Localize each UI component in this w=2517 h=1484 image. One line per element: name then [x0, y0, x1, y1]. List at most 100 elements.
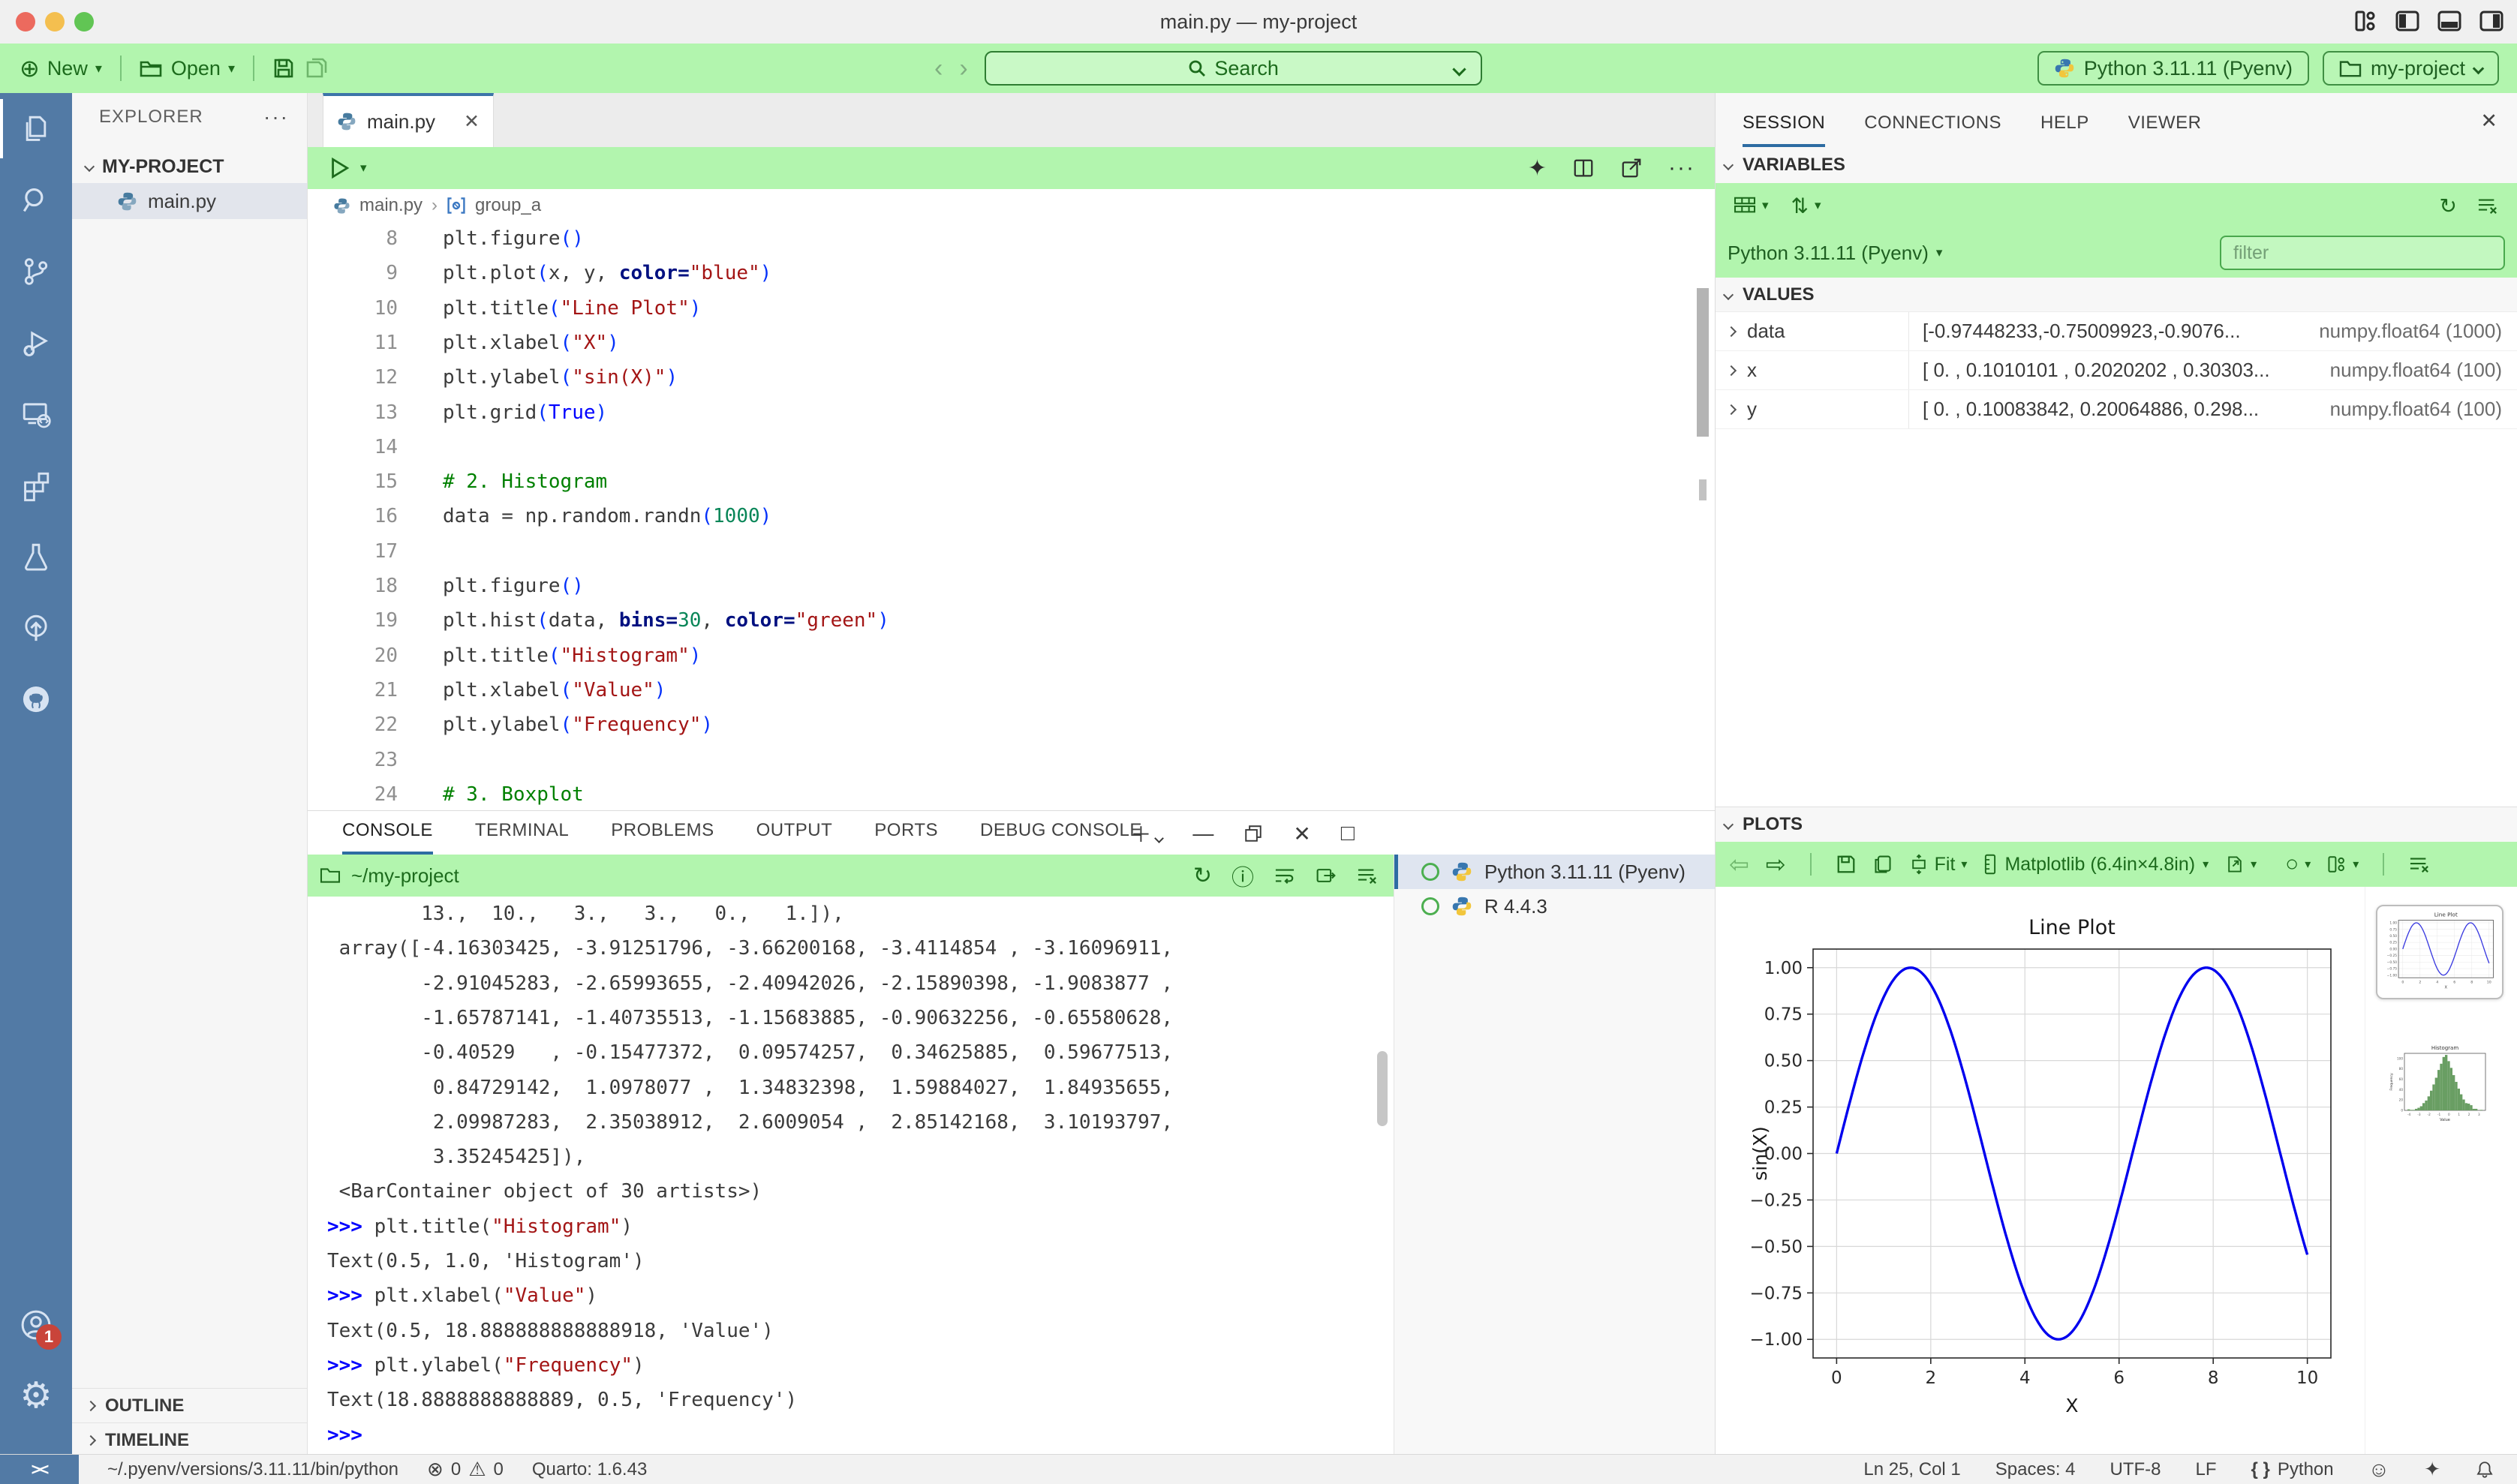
variable-row[interactable]: x [ 0. , 0.1010101 , 0.2020202 , 0.30303… [1716, 351, 2517, 390]
zoom-plot-button[interactable]: ○▾ [2285, 852, 2311, 877]
expand-variable-icon[interactable] [1726, 365, 1737, 375]
sidebar-item-publish[interactable] [0, 592, 72, 663]
toggle-right-panel-icon[interactable] [2479, 9, 2503, 33]
breadcrumb-file[interactable]: main.py [359, 195, 423, 216]
cursor-position-status[interactable]: Ln 25, Col 1 [1863, 1459, 1960, 1480]
code-line[interactable]: 17 [308, 540, 1715, 575]
code-line[interactable]: 21 plt.xlabel("Value") [308, 679, 1715, 713]
sparkle-icon[interactable]: ✦ [2424, 1458, 2440, 1481]
sidebar-item-explorer[interactable] [0, 93, 72, 164]
split-editor-icon[interactable] [1572, 157, 1595, 179]
right-panel-tab[interactable]: VIEWER [2128, 113, 2202, 147]
run-options-dropdown-icon[interactable]: ▾ [360, 161, 367, 176]
problems-status[interactable]: ⊗0 ⚠0 [427, 1458, 504, 1481]
save-all-icon[interactable] [305, 57, 328, 80]
code-line[interactable]: 14 [308, 436, 1715, 470]
session-item[interactable]: R 4.4.3 [1394, 889, 1715, 924]
timeline-section[interactable]: TIMELINE [72, 1422, 307, 1457]
code-line[interactable]: 23 [308, 749, 1715, 783]
expand-variable-icon[interactable] [1726, 404, 1737, 414]
close-tab-icon[interactable]: ✕ [464, 110, 480, 133]
navigate-forward-icon[interactable]: › [959, 54, 967, 83]
console-output[interactable]: 13., 10., 3., 3., 0., 1.]), array([-4.16… [308, 897, 1394, 1455]
code-line[interactable]: 10 plt.title("Line Plot") [308, 297, 1715, 332]
code-line[interactable]: 16 data = np.random.randn(1000) [308, 505, 1715, 539]
project-root-folder[interactable]: MY-PROJECT [72, 150, 307, 183]
sort-variables-button[interactable]: ⇅▾ [1791, 194, 1821, 218]
open-in-new-window-icon[interactable] [1620, 157, 1643, 179]
bell-icon[interactable] [2475, 1460, 2494, 1479]
panel-tab[interactable]: CONSOLE [342, 820, 433, 855]
sidebar-item-extensions[interactable] [0, 449, 72, 521]
plot-thumbnail-line-selected[interactable]: Line Plot−1.00−0.75−0.50−0.250.000.250.5… [2376, 905, 2503, 999]
plots-layout-button[interactable]: ▾ [2327, 855, 2359, 874]
code-line[interactable]: 12 plt.ylabel("sin(X)") [308, 366, 1715, 401]
quarto-status[interactable]: Quarto: 1.6.43 [532, 1459, 647, 1480]
code-line[interactable]: 11 plt.xlabel("X") [308, 332, 1715, 366]
right-panel-tab[interactable]: CONNECTIONS [1864, 113, 2001, 147]
sidebar-item-search[interactable] [0, 164, 72, 236]
move-to-editor-icon[interactable] [1316, 866, 1337, 885]
new-button[interactable]: ⊕ New ▾ [20, 56, 102, 80]
toggle-bottom-panel-icon[interactable] [2437, 9, 2461, 33]
values-section-header[interactable]: VALUES [1716, 278, 2517, 312]
expand-variable-icon[interactable] [1726, 326, 1737, 336]
eol-status[interactable]: LF [2196, 1459, 2217, 1480]
customize-layout-icon[interactable] [2353, 9, 2377, 33]
settings-button[interactable]: ⚙ [0, 1360, 72, 1431]
next-plot-icon[interactable]: ⇨ [1766, 850, 1786, 879]
sidebar-item-remote-explorer[interactable] [0, 378, 72, 449]
code-line[interactable]: 19 plt.hist(data, bins=30, color="green"… [308, 609, 1715, 644]
clear-console-icon[interactable] [1356, 866, 1379, 885]
tab-main-py[interactable]: main.py ✕ [323, 93, 494, 147]
remote-indicator[interactable]: >< [0, 1455, 79, 1484]
minimize-panel-icon[interactable]: — [1192, 822, 1213, 846]
close-panel-icon[interactable]: ✕ [2480, 110, 2497, 133]
code-line[interactable]: 22 plt.ylabel("Frequency") [308, 713, 1715, 748]
maximize-panel-icon[interactable]: □ [1341, 821, 1355, 846]
save-icon[interactable] [272, 57, 295, 80]
sidebar-item-source-control[interactable] [0, 236, 72, 307]
code-line[interactable]: 20 plt.title("Histogram") [308, 644, 1715, 679]
working-directory-label[interactable]: ~/my-project [351, 864, 459, 888]
sparkle-ai-icon[interactable]: ✦ [1528, 155, 1547, 182]
outline-section[interactable]: OUTLINE [72, 1388, 307, 1422]
previous-plot-icon[interactable]: ⇦ [1729, 850, 1749, 879]
clear-variables-icon[interactable] [2476, 196, 2499, 215]
global-search-input[interactable]: Search [985, 51, 1482, 86]
variables-filter-input[interactable] [2220, 236, 2505, 270]
code-line[interactable]: 18 plt.figure() [308, 575, 1715, 609]
panel-tab[interactable]: DEBUG CONSOLE [980, 820, 1142, 855]
plot-thumbnail-histogram[interactable]: Histogram020406080100-4-3-2-10123ValueFr… [2386, 1043, 2491, 1128]
group-variables-button[interactable]: ▾ [1734, 196, 1769, 215]
fit-plot-button[interactable]: Fit ▾ [1909, 854, 1968, 876]
right-panel-tab[interactable]: HELP [2040, 113, 2089, 147]
variables-session-selector[interactable]: Python 3.11.11 (Pyenv) ▾ [1728, 242, 1942, 265]
indentation-status[interactable]: Spaces: 4 [1995, 1459, 2076, 1480]
account-button[interactable]: 1 [0, 1289, 72, 1360]
code-line[interactable]: 13 plt.grid(True) [308, 401, 1715, 436]
code-line[interactable]: 15 # 2. Histogram [308, 470, 1715, 505]
code-line[interactable]: 24 # 3. Boxplot [308, 783, 1715, 810]
interpreter-selector-button[interactable]: Python 3.11.11 (Pyenv) [2037, 51, 2309, 86]
variable-row[interactable]: y [ 0. , 0.10083842, 0.20064886, 0.298..… [1716, 390, 2517, 429]
project-selector-button[interactable]: my-project [2323, 51, 2499, 86]
copy-plot-icon[interactable] [1873, 854, 1893, 875]
line-plot-figure[interactable]: 0246810−1.00−0.75−0.50−0.250.000.250.500… [1749, 893, 2357, 1418]
sidebar-item-testing[interactable] [0, 521, 72, 592]
console-scrollbar[interactable] [1377, 1051, 1388, 1126]
toggle-left-panel-icon[interactable] [2395, 9, 2419, 33]
restart-console-icon[interactable]: ↻ [1193, 863, 1212, 889]
refresh-variables-icon[interactable]: ↻ [2440, 194, 2457, 218]
variable-row[interactable]: data [-0.97448233,-0.75009923,-0.9076...… [1716, 312, 2517, 351]
panel-tab[interactable]: OUTPUT [756, 820, 833, 855]
code-editor[interactable]: 8 plt.figure() 9 plt.plot(x, y, color="b… [308, 222, 1715, 810]
sidebar-item-github[interactable] [0, 663, 72, 734]
breadcrumb-symbol[interactable]: group_a [475, 195, 541, 216]
close-panel-icon[interactable]: ✕ [1293, 822, 1310, 846]
info-icon[interactable]: ⓘ [1231, 859, 1254, 892]
feedback-smiley-icon[interactable]: ☺ [2368, 1458, 2390, 1482]
sidebar-item-run-debug[interactable] [0, 307, 72, 378]
plots-section-header[interactable]: PLOTS [1716, 807, 2517, 842]
panel-tab[interactable]: PORTS [874, 820, 938, 855]
